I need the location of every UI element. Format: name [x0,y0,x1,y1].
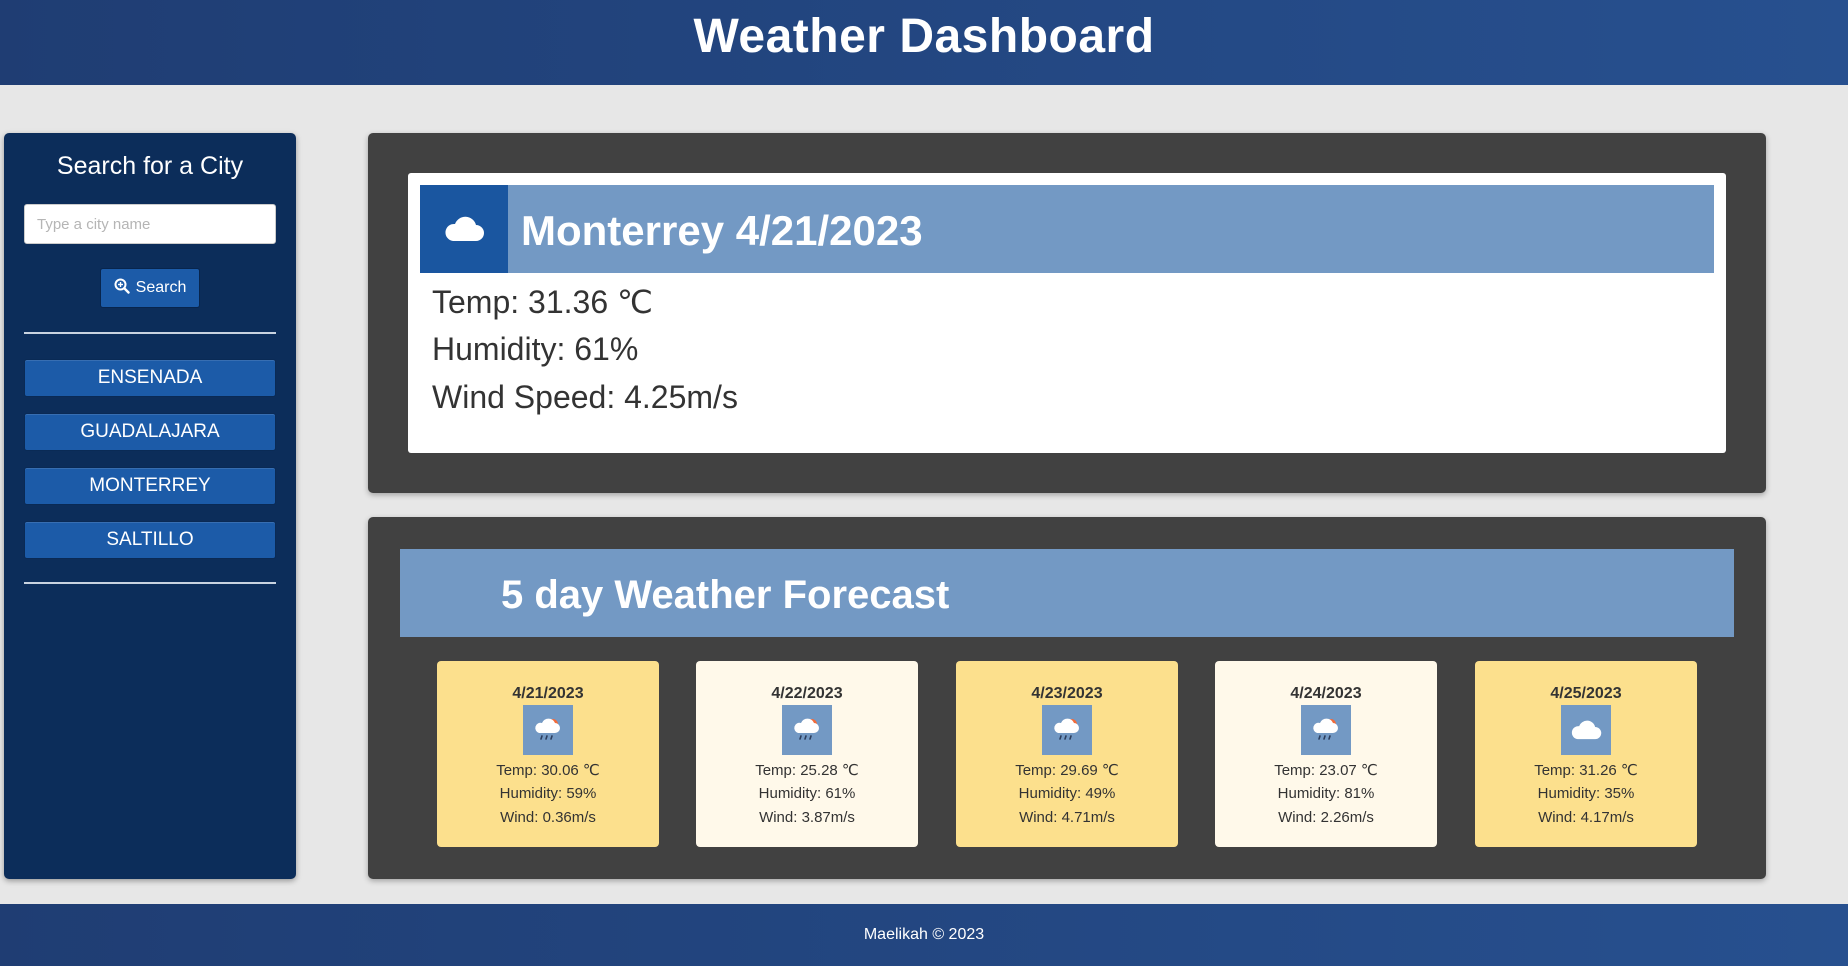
forecast-humidity: Humidity: 49% [1018,785,1116,802]
forecast-temp: Temp: 23.07 ℃ [1274,762,1378,779]
sidebar: Search for a City Search ENSENADA GUADAL… [4,133,296,879]
page-header: Weather Dashboard [0,0,1848,85]
forecast-header: 5 day Weather Forecast [400,549,1734,637]
current-weather-header: Monterrey 4/21/2023 [420,185,1714,273]
cloud-icon [420,185,508,273]
page-footer: Maelikah © 2023 [0,904,1848,966]
forecast-date: 4/24/2023 [1290,685,1362,702]
forecast-temp: Temp: 25.28 ℃ [755,762,859,779]
footer-text: Maelikah © 2023 [863,926,985,943]
search-icon [114,278,130,299]
forecast-temp: Temp: 29.69 ℃ [1015,762,1119,779]
forecast-day-card: 4/22/2023 Temp: 25.28 ℃ Humidity: 61% Wi… [696,661,918,847]
forecast-date: 4/22/2023 [771,685,843,702]
search-button[interactable]: Search [100,268,200,308]
forecast-wind: Wind: 0.36m/s [500,809,596,826]
forecast-title: 5 day Weather Forecast [501,573,950,617]
forecast-date: 4/23/2023 [1031,685,1103,702]
city-button-monterrey[interactable]: MONTERREY [24,467,276,505]
city-button-ensenada[interactable]: ENSENADA [24,359,276,397]
forecast-humidity: Humidity: 61% [758,785,856,802]
cloud-icon [1561,705,1611,755]
city-button-guadalajara[interactable]: GUADALAJARA [24,413,276,451]
rain-sun-icon [523,705,573,755]
search-button-label: Search [135,279,187,296]
search-heading: Search for a City [56,152,244,180]
current-wind: Wind Speed: 4.25m/s [432,379,738,415]
forecast-day-card: 4/23/2023 Temp: 29.69 ℃ Humidity: 49% Wi… [956,661,1178,847]
forecast-day-card: 4/25/2023 Temp: 31.26 ℃ Humidity: 35% Wi… [1475,661,1697,847]
current-weather-card: Monterrey 4/21/2023 Temp: 31.36 ℃ Humidi… [408,173,1726,453]
forecast-wind: Wind: 4.17m/s [1538,809,1634,826]
divider [24,332,276,334]
forecast-temp: Temp: 30.06 ℃ [496,762,600,779]
rain-sun-icon [1042,705,1092,755]
forecast-temp: Temp: 31.26 ℃ [1534,762,1638,779]
forecast-day-card: 4/24/2023 Temp: 23.07 ℃ Humidity: 81% Wi… [1215,661,1437,847]
current-city-date: Monterrey 4/21/2023 [521,207,923,254]
forecast-wind: Wind: 3.87m/s [759,809,855,826]
city-button-saltillo[interactable]: SALTILLO [24,521,276,559]
forecast-wind: Wind: 4.71m/s [1019,809,1115,826]
forecast-wind: Wind: 2.26m/s [1278,809,1374,826]
rain-sun-icon [1301,705,1351,755]
page-title: Weather Dashboard [693,10,1155,63]
rain-sun-icon [782,705,832,755]
current-temp: Temp: 31.36 ℃ [432,284,653,320]
divider [24,582,276,584]
forecast-panel: 5 day Weather Forecast 4/21/2023 Temp: 3… [368,517,1766,879]
forecast-date: 4/21/2023 [512,685,584,702]
forecast-humidity: Humidity: 35% [1537,785,1635,802]
forecast-humidity: Humidity: 59% [499,785,597,802]
forecast-humidity: Humidity: 81% [1277,785,1375,802]
forecast-day-card: 4/21/2023 Temp: 30.06 ℃ Humidity: 59% Wi… [437,661,659,847]
city-search-input[interactable] [24,204,276,244]
current-humidity: Humidity: 61% [432,331,639,367]
current-weather-panel: Monterrey 4/21/2023 Temp: 31.36 ℃ Humidi… [368,133,1766,493]
forecast-date: 4/25/2023 [1550,685,1622,702]
